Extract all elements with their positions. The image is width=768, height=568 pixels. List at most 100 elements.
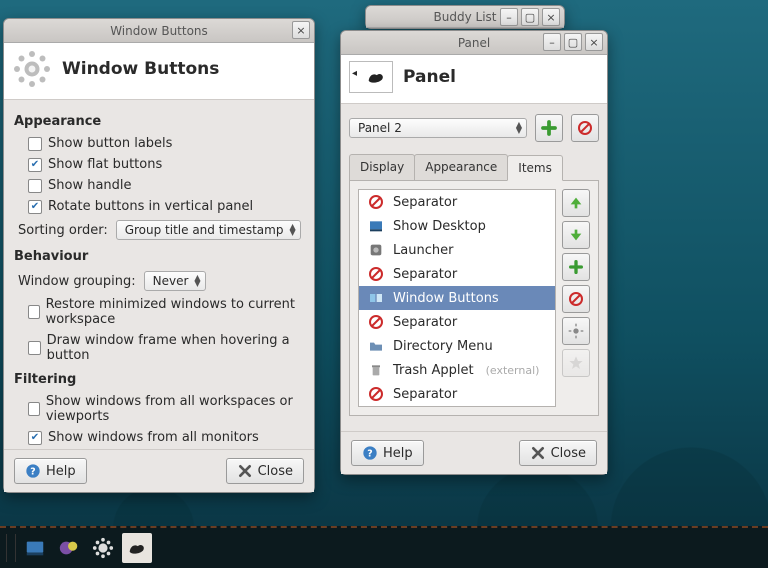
remove-icon: [568, 291, 584, 307]
close-button[interactable]: ×: [292, 21, 310, 39]
panel-titlebar[interactable]: Panel – ▢ ×: [341, 31, 607, 55]
move-down-button[interactable]: [562, 221, 590, 249]
add-panel-button[interactable]: [535, 114, 563, 142]
panel-item-row[interactable]: Show Desktop: [359, 214, 555, 238]
header-title: Panel: [403, 67, 456, 87]
bottom-panel[interactable]: [0, 526, 768, 568]
close-button[interactable]: ×: [585, 33, 603, 51]
window-buttons-titlebar[interactable]: Window Buttons ×: [4, 19, 314, 43]
panel-item-row[interactable]: Separator: [359, 190, 555, 214]
panel-item-label: Trash Applet: [393, 363, 474, 378]
maximize-button[interactable]: ▢: [521, 8, 539, 26]
sorting-order-value: Group title and timestamp: [125, 223, 284, 237]
buddy-list-window: Buddy List – ▢ ×: [365, 5, 565, 29]
window-buttons-dialog: Window Buttons × Window Buttons Appearan…: [3, 18, 315, 493]
tab-display[interactable]: Display: [349, 154, 415, 180]
close-button[interactable]: ×: [542, 8, 560, 26]
panel-item-row[interactable]: Separator: [359, 262, 555, 286]
chevron-updown-icon: ▲▼: [289, 224, 295, 236]
panel-preferences-button[interactable]: [88, 533, 118, 563]
window-grouping-label: Window grouping:: [18, 274, 136, 289]
remove-panel-button[interactable]: [571, 114, 599, 142]
help-button[interactable]: ? Help: [14, 458, 87, 484]
panel-header: ◂ Panel: [341, 55, 607, 104]
svg-text:?: ?: [367, 448, 372, 459]
launcher-pidgin[interactable]: [54, 533, 84, 563]
minimize-button[interactable]: –: [543, 33, 561, 51]
window-grouping-select[interactable]: Never ▲▼: [144, 271, 206, 291]
restore-minimized-label: Restore minimized windows to current wor…: [46, 297, 304, 327]
minimize-button[interactable]: –: [500, 8, 518, 26]
plus-icon: [540, 119, 558, 137]
close-icon: [237, 463, 253, 479]
remove-item-button[interactable]: [562, 285, 590, 313]
window-buttons-body: Appearance Show button labels Show flat …: [4, 100, 314, 449]
panel-item-label: Window Buttons: [393, 291, 499, 306]
draw-frame-checkbox[interactable]: [28, 341, 41, 355]
filtering-heading: Filtering: [14, 372, 304, 387]
tab-appearance[interactable]: Appearance: [414, 154, 508, 180]
external-tag: (external): [486, 364, 540, 377]
plus-icon: [568, 259, 584, 275]
rotate-vertical-checkbox[interactable]: [28, 200, 42, 214]
panel-item-row[interactable]: Window Buttons: [359, 286, 555, 310]
help-button[interactable]: ? Help: [351, 440, 424, 466]
panel-item-row[interactable]: Trash Applet (external): [359, 358, 555, 382]
behaviour-heading: Behaviour: [14, 249, 304, 264]
item-preferences-button[interactable]: [562, 317, 590, 345]
directory-menu-button[interactable]: [122, 533, 152, 563]
move-up-button[interactable]: [562, 189, 590, 217]
item-about-button[interactable]: [562, 349, 590, 377]
panel-items-list[interactable]: Separator Show Desktop Launcher Separator Wi…: [358, 189, 556, 407]
close-dialog-button[interactable]: Close: [519, 440, 597, 466]
winbtn-icon: [367, 289, 385, 307]
forbid-icon: [367, 385, 385, 403]
appearance-heading: Appearance: [14, 114, 304, 129]
panel-item-row[interactable]: Directory Menu: [359, 334, 555, 358]
xfce-mouse-icon: [126, 537, 148, 559]
panel-dialog: Panel – ▢ × ◂ Panel Panel 2 ▲▼ Displ: [340, 30, 608, 475]
show-desktop-button[interactable]: [20, 533, 50, 563]
show-flat-buttons-label: Show flat buttons: [48, 157, 162, 172]
forbid-icon: [367, 265, 385, 283]
panel-item-label: Show Desktop: [393, 219, 486, 234]
close-label: Close: [551, 446, 586, 461]
buddy-titlebar[interactable]: Buddy List – ▢ ×: [366, 6, 564, 28]
panel-item-label: Launcher: [393, 243, 453, 258]
show-handle-label: Show handle: [48, 178, 132, 193]
items-tabpage: Separator Show Desktop Launcher Separator Wi…: [349, 180, 599, 416]
help-label: Help: [383, 446, 413, 461]
show-handle-checkbox[interactable]: [28, 179, 42, 193]
gear-icon: [568, 323, 584, 339]
show-flat-buttons-checkbox[interactable]: [28, 158, 42, 172]
panel-header-icon: ◂: [349, 61, 393, 93]
trash-icon: [367, 361, 385, 379]
filter-all-monitors-label: Show windows from all monitors: [48, 430, 259, 445]
rotate-vertical-label: Rotate buttons in vertical panel: [48, 199, 253, 214]
close-label: Close: [258, 464, 293, 479]
add-item-button[interactable]: [562, 253, 590, 281]
window-title: Window Buttons: [110, 24, 208, 38]
restore-minimized-checkbox[interactable]: [28, 305, 40, 319]
filter-all-workspaces-checkbox[interactable]: [28, 402, 40, 416]
svg-text:?: ?: [30, 466, 35, 477]
show-button-labels-checkbox[interactable]: [28, 137, 42, 151]
panel-selector[interactable]: Panel 2 ▲▼: [349, 118, 527, 138]
maximize-button[interactable]: ▢: [564, 33, 582, 51]
filter-all-monitors-checkbox[interactable]: [28, 431, 42, 445]
window-title: Panel: [458, 36, 490, 50]
tab-items[interactable]: Items: [507, 155, 563, 181]
panel-item-label: Separator: [393, 387, 457, 402]
show-button-labels-label: Show button labels: [48, 136, 172, 151]
sorting-order-select[interactable]: Group title and timestamp ▲▼: [116, 220, 301, 240]
panel-item-row[interactable]: Separator: [359, 310, 555, 334]
panel-item-row[interactable]: Launcher: [359, 238, 555, 262]
gear-icon: [12, 49, 52, 89]
star-icon: [568, 355, 584, 371]
panel-item-row[interactable]: Separator: [359, 382, 555, 406]
panel-body: Panel 2 ▲▼ Display Appearance Items Sepa…: [341, 104, 607, 431]
folder-icon: [367, 337, 385, 355]
close-dialog-button[interactable]: Close: [226, 458, 304, 484]
filter-all-workspaces-label: Show windows from all workspaces or view…: [46, 394, 304, 424]
panel-item-label: Separator: [393, 315, 457, 330]
